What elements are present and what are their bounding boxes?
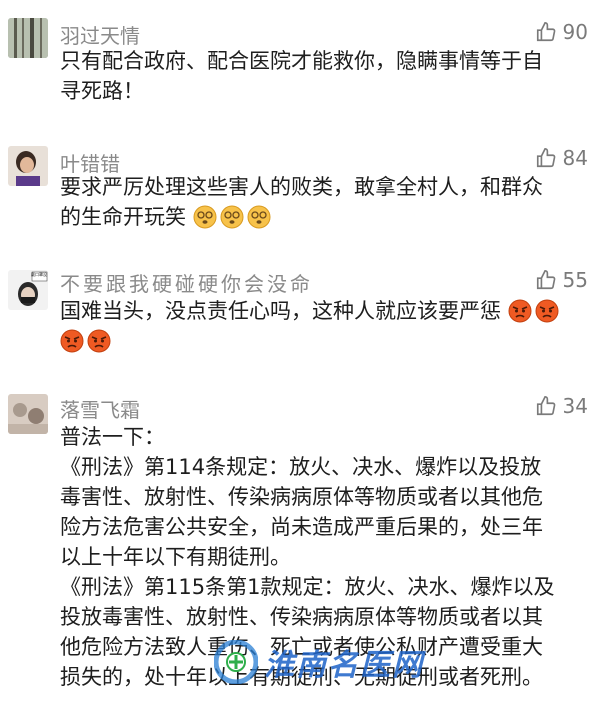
thumbs-up-icon [536,396,555,416]
angry-face-emoji [508,299,532,323]
comment-line: 普法一下： [60,425,165,449]
like-count: 55 [562,268,588,292]
like-count: 34 [562,394,588,418]
watermark-logo-icon [214,640,258,684]
comment-line: 国难当头，没点责任心吗，这种人就应该要严惩 [60,299,501,323]
masked-person-avatar[interactable]: 戴口罩没 [8,270,48,310]
forest-trees-avatar[interactable] [8,18,48,58]
commenter-name[interactable]: 落雪飞霜 [60,394,140,423]
like-button[interactable]: 34 [535,394,588,418]
comment-line-with-emoji: 的生命开玩笑 [60,202,590,232]
comment-text: 只有配合政府、配合医院才能救你，隐瞒事情等于自 寻死路！ [60,46,590,106]
like-button[interactable]: 55 [535,268,588,292]
watermark-text: 淮南名医网 [264,648,424,683]
like-count: 90 [562,20,588,44]
comment-line: 投放毒害性、放射性、传染病病原体等物质或者以其 [60,605,543,629]
angry-face-emoji [87,329,111,353]
commenter-name[interactable]: 羽过天情 [60,20,140,49]
person-portrait-avatar[interactable] [8,146,48,186]
dizzy-face-emoji [193,205,217,229]
comment-line: 寻死路！ [60,79,144,103]
angry-face-emoji [60,329,84,353]
dizzy-face-emoji [247,205,271,229]
watermark: 淮南名医网 [214,640,424,684]
avatar-caption: 戴口罩没 [31,272,47,277]
thumbs-up-icon [536,148,555,168]
comment-line: 以上十年以下有期徒刑。 [60,545,291,569]
comment-line-with-emoji: 国难当头，没点责任心吗，这种人就应该要严惩 [60,296,590,326]
emoji-line [60,326,590,356]
comment-line: 毒害性、放射性、传染病病原体等物质或者以其他危 [60,485,543,509]
comment-line: 《刑法》第115条第1款规定：放火、决水、爆炸以及 [60,575,555,599]
like-button[interactable]: 90 [535,20,588,44]
comment-text: 要求严厉处理这些害人的败类，敢拿全村人，和群众 的生命开玩笑 [60,172,590,232]
comment-line: 《刑法》第114条规定：放火、决水、爆炸以及投放 [60,455,542,479]
like-count: 84 [562,146,588,170]
blurry-photo-avatar[interactable] [8,394,48,434]
commenter-name[interactable]: 不要跟我硬碰硬你会没命 [60,268,313,297]
like-button[interactable]: 84 [535,146,588,170]
comment-line: 险方法危害公共安全，尚未造成严重后果的，处三年 [60,515,543,539]
dizzy-face-emoji [220,205,244,229]
comment-line: 只有配合政府、配合医院才能救你，隐瞒事情等于自 [60,49,543,73]
comment-text: 国难当头，没点责任心吗，这种人就应该要严惩 [60,296,590,356]
angry-face-emoji [535,299,559,323]
comment-line: 要求严厉处理这些害人的败类，敢拿全村人，和群众 [60,175,543,199]
thumbs-up-icon [536,270,555,290]
comment-line: 的生命开玩笑 [60,205,186,229]
thumbs-up-icon [536,22,555,42]
